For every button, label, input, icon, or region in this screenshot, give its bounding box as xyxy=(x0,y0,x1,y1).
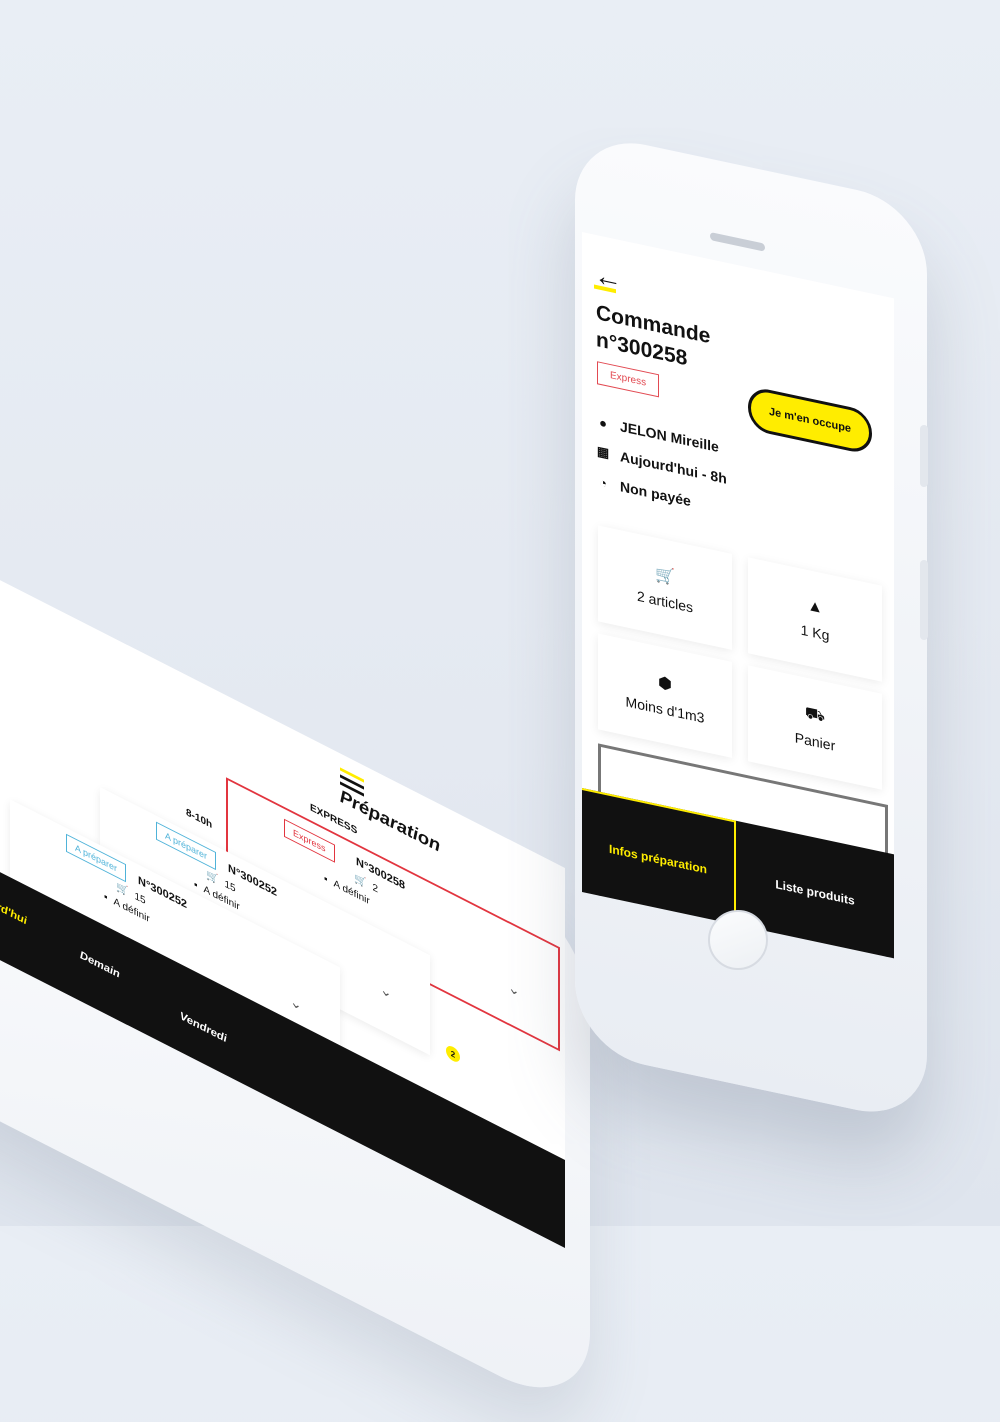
order-count: 15 xyxy=(134,890,146,908)
tile-label: Panier xyxy=(794,729,836,754)
tile-label: 1 Kg xyxy=(800,621,830,644)
cart-icon: 🛒 xyxy=(655,565,675,587)
arrow-left-icon[interactable]: ← xyxy=(594,259,622,297)
tab-today[interactable]: urd'hui xyxy=(0,897,27,928)
count-badge: 2 xyxy=(446,1043,460,1065)
weight-icon: ▲ xyxy=(807,596,823,618)
tile-articles: 🛒 2 articles xyxy=(598,525,732,650)
cart-icon: 🛒 xyxy=(354,872,367,890)
standing-phone-screen: ← Commande n°300258 Express Je m'en occu… xyxy=(582,232,894,959)
section-slot: 8-10h xyxy=(186,806,213,832)
tab-friday[interactable]: Vendredi xyxy=(180,1010,227,1046)
chevron-down-icon[interactable]: ⌄ xyxy=(380,980,392,1003)
side-button xyxy=(920,560,928,640)
trolley-icon: ⛟ xyxy=(804,704,826,726)
payment-row: ◔ Non payée xyxy=(596,473,691,509)
tile-label: 2 articles xyxy=(636,587,694,616)
cart-icon: 🛒 xyxy=(206,869,219,887)
cart-icon: 🛒 xyxy=(116,881,129,899)
tile-basket: ⛟ Panier xyxy=(748,665,882,790)
tile-weight: ▲ 1 Kg xyxy=(748,557,882,682)
user-icon: ● xyxy=(599,414,607,431)
chevron-down-icon[interactable]: ⌄ xyxy=(290,992,302,1015)
express-badge: Express xyxy=(597,361,660,398)
calendar-icon: ▪ xyxy=(104,891,108,904)
take-order-button[interactable]: Je m'en occupe xyxy=(748,385,872,456)
order-count: 15 xyxy=(224,878,236,896)
tile-label: Moins d'1m3 xyxy=(625,693,705,727)
payment-status: Non payée xyxy=(620,478,691,510)
tile-volume: ⬢ Moins d'1m3 xyxy=(598,633,732,758)
box-icon: ⬢ xyxy=(658,674,672,695)
chevron-down-icon[interactable]: ⌄ xyxy=(508,978,520,1001)
calendar-icon: ▪ xyxy=(194,878,198,892)
volume-button xyxy=(920,425,928,487)
calendar-icon: ▦ xyxy=(596,443,610,461)
home-button[interactable] xyxy=(708,910,768,970)
order-count: 2 xyxy=(372,881,379,896)
customer-name: JELON Mireille xyxy=(620,418,719,456)
express-tag: Express xyxy=(284,818,335,863)
tab-tomorrow[interactable]: Demain xyxy=(80,949,120,981)
clock-icon: ◔ xyxy=(599,474,607,491)
calendar-icon: ▪ xyxy=(324,873,328,886)
